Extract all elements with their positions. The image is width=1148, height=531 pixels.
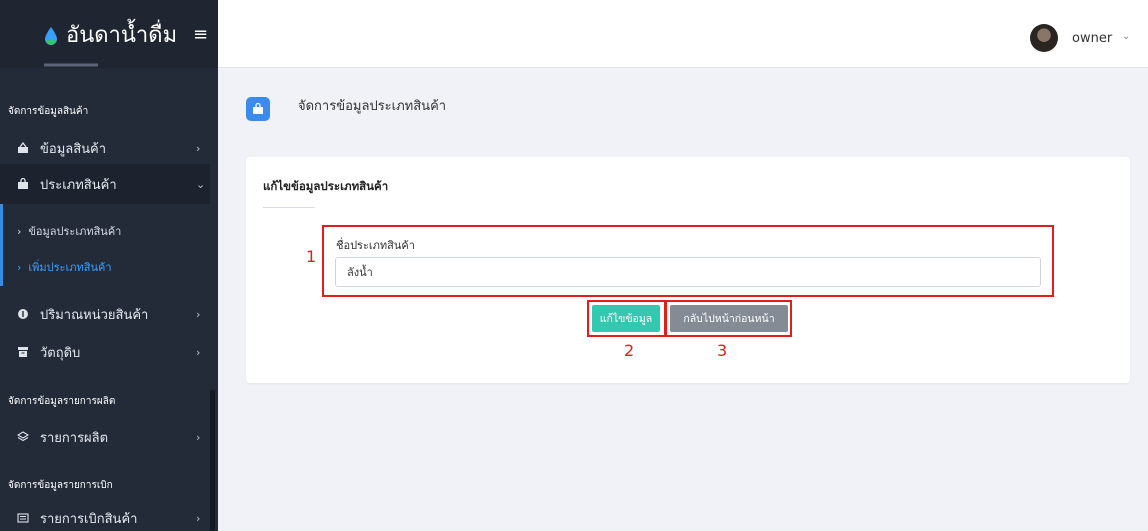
- annotation-number-3: 3: [717, 341, 728, 360]
- page-title: จัดการข้อมูลประเภทสินค้า: [298, 99, 447, 114]
- chevron-right-icon: ›: [196, 430, 201, 444]
- divider: [263, 207, 315, 208]
- save-button[interactable]: แก้ไขข้อมูล: [592, 305, 660, 332]
- list-icon: [17, 512, 29, 524]
- circle-icon: [17, 308, 29, 320]
- sidebar-item-units[interactable]: ปริมาณหน่วยสินค้า ›: [0, 294, 210, 334]
- layers-icon: [17, 431, 29, 443]
- sidebar: อันดาน้ำดื่ม ≡ ▂▂▂▂▂▂▂ จัดการข้อมูลสินค้…: [0, 0, 218, 531]
- sidebar-item-label: ประเภทสินค้า: [40, 177, 117, 193]
- sidebar-item-label: วัตถุดิบ: [40, 345, 81, 361]
- sidebar-item-products[interactable]: ข้อมูลสินค้า ›: [0, 128, 210, 168]
- submenu-item-add-type[interactable]: › เพิ่มประเภทสินค้า: [17, 258, 112, 276]
- hamburger-icon[interactable]: ≡: [193, 24, 208, 45]
- water-drop-icon: [45, 27, 57, 45]
- avatar[interactable]: [1030, 24, 1058, 52]
- sidebar-item-label: ปริมาณหน่วยสินค้า: [40, 307, 149, 323]
- user-name[interactable]: owner: [1072, 31, 1112, 46]
- scrolled-item-remnant: ▂▂▂▂▂▂▂: [44, 60, 98, 67]
- back-button[interactable]: กลับไปหน้าก่อนหน้า: [670, 305, 788, 332]
- chevron-right-icon: ›: [196, 511, 201, 525]
- section-title-products: จัดการข้อมูลสินค้า: [8, 106, 89, 117]
- annotation-number-2: 2: [624, 341, 635, 360]
- bag-icon: [17, 178, 29, 190]
- section-title-withdrawal: จัดการข้อมูลรายการเบิก: [8, 480, 113, 491]
- submenu: › ข้อมูลประเภทสินค้า › เพิ่มประเภทสินค้า: [0, 204, 210, 286]
- shopping-bag-icon: [246, 97, 270, 121]
- sidebar-item-production[interactable]: รายการผลิต ›: [0, 417, 210, 457]
- box-icon: [17, 346, 29, 358]
- submenu-item-type-list[interactable]: › ข้อมูลประเภทสินค้า: [17, 222, 121, 240]
- section-title-production: จัดการข้อมูลรายการผลิต: [8, 396, 116, 407]
- sidebar-item-label: ข้อมูลสินค้า: [40, 141, 107, 157]
- submenu-label: ข้อมูลประเภทสินค้า: [28, 225, 122, 238]
- chevron-down-icon[interactable]: ⌄: [1122, 31, 1130, 42]
- sidebar-item-label: รายการผลิต: [40, 430, 109, 446]
- field-label: ชื่อประเภทสินค้า: [336, 239, 415, 252]
- card-title: แก้ไขข้อมูลประเภทสินค้า: [263, 179, 389, 193]
- sidebar-item-materials[interactable]: วัตถุดิบ ›: [0, 332, 210, 372]
- brand-name: อันดาน้ำดื่ม: [66, 22, 178, 48]
- basket-icon: [17, 142, 29, 154]
- chevron-right-icon: ›: [196, 307, 201, 321]
- chevron-down-icon: ⌄: [196, 177, 206, 191]
- brand[interactable]: อันดาน้ำดื่ม ≡: [0, 0, 218, 68]
- submenu-label: เพิ่มประเภทสินค้า: [28, 261, 112, 274]
- topbar: owner ⌄: [218, 0, 1148, 68]
- sidebar-item-label: รายการเบิกสินค้า: [40, 511, 138, 527]
- product-type-name-input[interactable]: [335, 257, 1041, 287]
- sidebar-item-product-types[interactable]: ประเภทสินค้า ⌄: [0, 164, 210, 204]
- chevron-right-icon: ›: [196, 141, 201, 155]
- sidebar-scrollbar[interactable]: [210, 390, 215, 531]
- annotation-number-1: 1: [306, 247, 317, 266]
- sidebar-item-withdrawal[interactable]: รายการเบิกสินค้า ›: [0, 498, 210, 531]
- chevron-right-icon: ›: [196, 345, 201, 359]
